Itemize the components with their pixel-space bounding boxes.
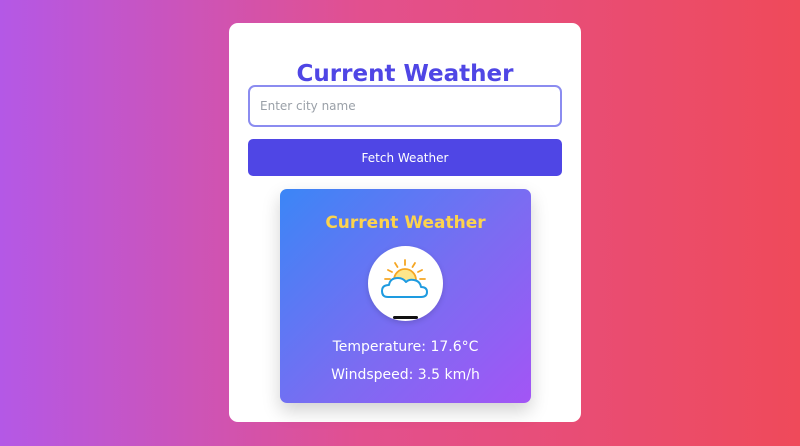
- fetch-weather-button[interactable]: Fetch Weather: [248, 139, 562, 176]
- weather-app-card: Current Weather Fetch Weather Current We…: [229, 23, 581, 422]
- city-search-input[interactable]: [248, 85, 562, 127]
- page-title: Current Weather: [296, 61, 514, 87]
- windspeed-text: Windspeed: 3.5 km/h: [331, 367, 480, 383]
- temperature-text: Temperature: 17.6°C: [332, 339, 479, 355]
- icon-shadow: [393, 316, 418, 319]
- weather-icon-container: [368, 246, 443, 321]
- weather-result-card: Current Weather Temperature: 17.6°C Wind…: [280, 189, 531, 403]
- partly-cloudy-icon: [381, 259, 428, 298]
- weather-card-title: Current Weather: [325, 213, 486, 233]
